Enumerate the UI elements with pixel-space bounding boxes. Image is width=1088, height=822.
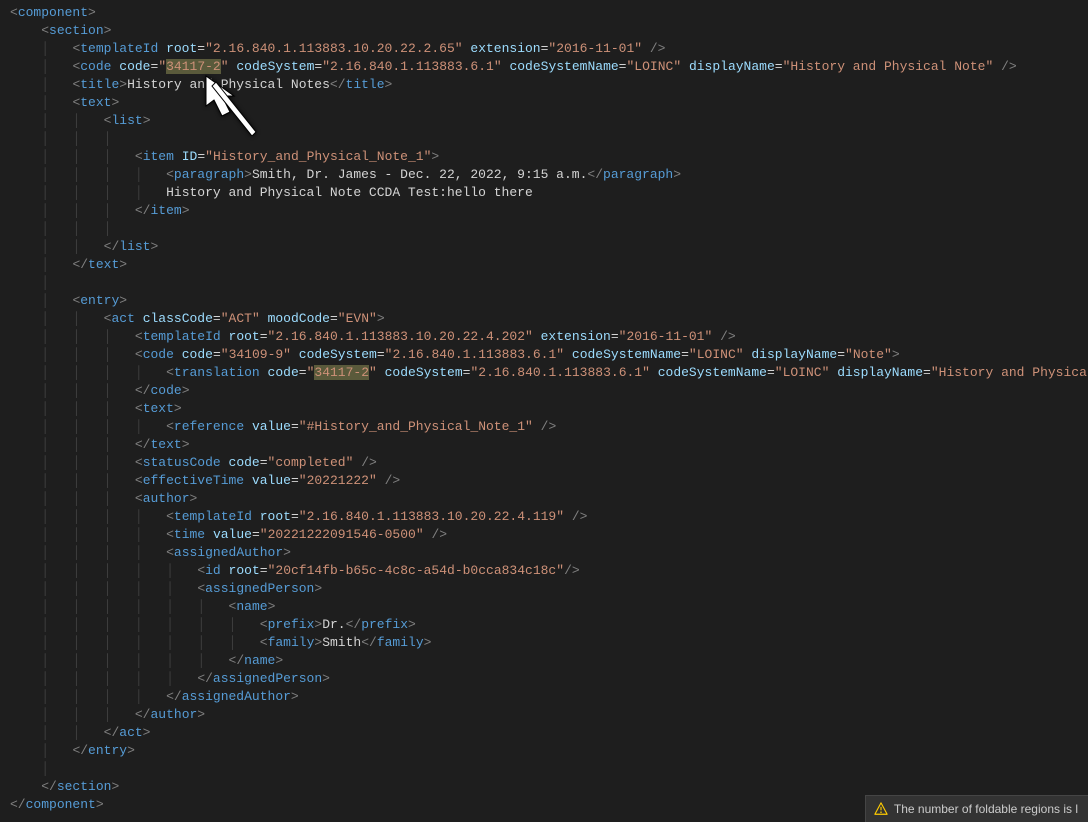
code-line[interactable]: │ │ │ <author>	[10, 490, 1078, 508]
code-line[interactable]: │ │ │ │ <reference value="#History_and_P…	[10, 418, 1078, 436]
code-line[interactable]: │ │ │ │ │ <assignedPerson>	[10, 580, 1078, 598]
code-line[interactable]: </section>	[10, 778, 1078, 796]
code-line[interactable]: │ </entry>	[10, 742, 1078, 760]
code-editor-view[interactable]: <component> <section> │ <templateId root…	[10, 4, 1078, 814]
code-line[interactable]: │ │ │ │ │ │ <name>	[10, 598, 1078, 616]
code-line[interactable]: │ │ │ │ │ │ │ <prefix>Dr.</prefix>	[10, 616, 1078, 634]
code-line[interactable]: │ │ │	[10, 220, 1078, 238]
code-line[interactable]: │ │ │ │ History and Physical Note CCDA T…	[10, 184, 1078, 202]
code-line[interactable]: │ │ │ │ │ │ </name>	[10, 652, 1078, 670]
code-line[interactable]: │ │ │ <item ID="History_and_Physical_Not…	[10, 148, 1078, 166]
code-line[interactable]: │ │ │ <code code="34109-9" codeSystem="2…	[10, 346, 1078, 364]
warning-text: The number of foldable regions is l	[894, 800, 1078, 818]
code-line[interactable]: │ │ │ </item>	[10, 202, 1078, 220]
code-line[interactable]: │ │ │ │ </assignedAuthor>	[10, 688, 1078, 706]
code-line[interactable]: │ <text>	[10, 94, 1078, 112]
code-line[interactable]: │ │ │ │ <paragraph>Smith, Dr. James - De…	[10, 166, 1078, 184]
code-line[interactable]: │ <code code="34117-2" codeSystem="2.16.…	[10, 58, 1078, 76]
code-line[interactable]: │ │ <list>	[10, 112, 1078, 130]
warning-notification[interactable]: The number of foldable regions is l	[865, 795, 1088, 822]
code-line[interactable]: │ │ <act classCode="ACT" moodCode="EVN">	[10, 310, 1078, 328]
code-line[interactable]: │ │ │ │ <templateId root="2.16.840.1.113…	[10, 508, 1078, 526]
code-line[interactable]: │ │ │ <text>	[10, 400, 1078, 418]
code-line[interactable]: │ │ │ <statusCode code="completed" />	[10, 454, 1078, 472]
warning-icon	[874, 802, 888, 816]
code-line[interactable]: │ │ │ </author>	[10, 706, 1078, 724]
code-line[interactable]: │ │ </act>	[10, 724, 1078, 742]
code-line[interactable]: │ │ │ │ │ │ │ <family>Smith</family>	[10, 634, 1078, 652]
code-line[interactable]: │ │ │ <effectiveTime value="20221222" />	[10, 472, 1078, 490]
code-line[interactable]: │ │ │	[10, 130, 1078, 148]
code-line[interactable]: │ <entry>	[10, 292, 1078, 310]
code-line[interactable]: │	[10, 760, 1078, 778]
code-line[interactable]: │ │ │ │ <assignedAuthor>	[10, 544, 1078, 562]
code-line[interactable]: │ <title>History and Physical Notes</tit…	[10, 76, 1078, 94]
code-line[interactable]: <component>	[10, 4, 1078, 22]
code-line[interactable]: │	[10, 274, 1078, 292]
code-line[interactable]: │ │ │ </code>	[10, 382, 1078, 400]
code-line[interactable]: <section>	[10, 22, 1078, 40]
code-line[interactable]: │ │ │ │ │ <id root="20cf14fb-b65c-4c8c-a…	[10, 562, 1078, 580]
code-line[interactable]: │ <templateId root="2.16.840.1.113883.10…	[10, 40, 1078, 58]
code-line[interactable]: │ │ │ <templateId root="2.16.840.1.11388…	[10, 328, 1078, 346]
code-line[interactable]: │ │ </list>	[10, 238, 1078, 256]
code-line[interactable]: │ │ │ │ │ </assignedPerson>	[10, 670, 1078, 688]
code-line[interactable]: │ │ │ │ <translation code="34117-2" code…	[10, 364, 1078, 382]
code-line[interactable]: │ </text>	[10, 256, 1078, 274]
code-line[interactable]: │ │ │ │ <time value="20221222091546-0500…	[10, 526, 1078, 544]
code-line[interactable]: │ │ │ </text>	[10, 436, 1078, 454]
